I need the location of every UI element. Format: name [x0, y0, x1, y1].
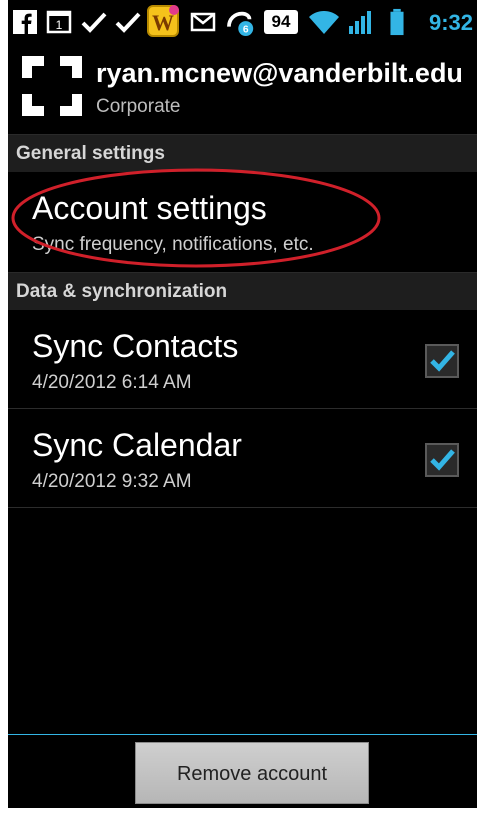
- status-bar: 1 W 6 94 9:32: [8, 0, 477, 44]
- battery-icon: [390, 8, 404, 36]
- sync-contacts-timestamp: 4/20/2012 6:14 AM: [32, 372, 192, 393]
- exchange-logo-icon: [22, 56, 82, 116]
- status-time: 9:32: [428, 10, 473, 35]
- talk-icon: 6: [227, 11, 254, 36]
- sync-calendar-checkbox[interactable]: [425, 443, 459, 477]
- account-settings-title: Account settings: [32, 190, 267, 226]
- wifi-icon: [309, 11, 339, 34]
- sync-calendar-item[interactable]: Sync Calendar 4/20/2012 9:32 AM: [8, 409, 477, 508]
- talk-count: 6: [243, 24, 249, 35]
- gmail-icon: [190, 12, 216, 32]
- check-icon: [81, 12, 107, 33]
- calendar-day-label: 1: [56, 18, 63, 32]
- sync-contacts-checkbox[interactable]: [425, 344, 459, 378]
- facebook-icon: [13, 10, 37, 34]
- checkmark-icon: [430, 350, 455, 372]
- footer-divider: [8, 734, 477, 735]
- account-settings-subtitle: Sync frequency, notifications, etc.: [32, 234, 314, 255]
- sync-contacts-title: Sync Contacts: [32, 328, 239, 364]
- cell-signal-icon: [349, 11, 371, 34]
- checkmark-icon: [430, 449, 455, 471]
- words-game-icon: W: [147, 5, 179, 37]
- account-email: ryan.mcnew@vanderbilt.edu: [96, 58, 463, 88]
- signal-badge-text: 94: [271, 12, 291, 31]
- account-type: Corporate: [96, 96, 181, 117]
- sync-calendar-timestamp: 4/20/2012 9:32 AM: [32, 471, 192, 492]
- sync-contacts-item[interactable]: Sync Contacts 4/20/2012 6:14 AM: [8, 310, 477, 409]
- section-header-data-sync: Data & synchronization: [8, 272, 477, 311]
- calendar-icon: 1: [46, 10, 72, 34]
- account-header: ryan.mcnew@vanderbilt.edu Corporate: [8, 44, 477, 132]
- signal-strength-icon: 94: [264, 10, 298, 34]
- remove-account-button[interactable]: Remove account: [135, 742, 369, 804]
- account-settings-item[interactable]: Account settings Sync frequency, notific…: [8, 172, 477, 273]
- sync-calendar-title: Sync Calendar: [32, 427, 242, 463]
- check-icon: [115, 12, 141, 33]
- phone-screen: 1 W 6 94 9:32 ryan.mcnew@vanderbilt.edu …: [8, 0, 477, 808]
- section-header-general: General settings: [8, 134, 477, 173]
